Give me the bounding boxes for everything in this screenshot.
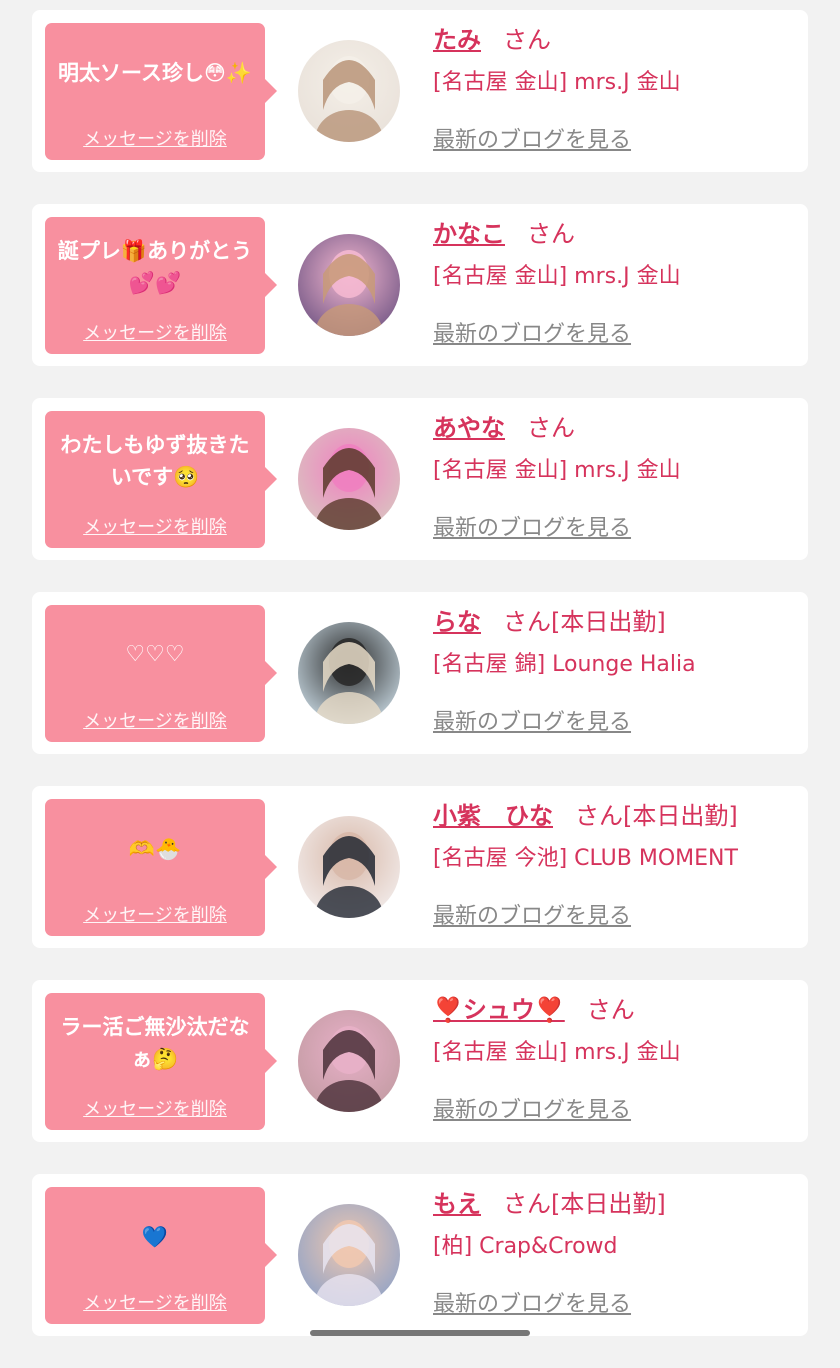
message-text: 明太ソース珍し😳✨ bbox=[58, 61, 252, 85]
cast-name-row: ❣️シュウ❣️ さん bbox=[433, 994, 798, 1026]
cast-name-row: あやな さん bbox=[433, 412, 798, 444]
cast-name-link[interactable]: あやな bbox=[433, 414, 505, 442]
avatar[interactable] bbox=[298, 622, 400, 724]
avatar-photo bbox=[298, 1010, 400, 1112]
cast-info: らな さん[本日出勤] [名古屋 錦] Lounge Halia 最新のブログを見… bbox=[433, 606, 798, 736]
delete-message-link[interactable]: メッセージを削除 bbox=[53, 125, 257, 151]
shop-name: [名古屋 金山] mrs.J 金山 bbox=[433, 264, 681, 289]
cast-info: たみ さん [名古屋 金山] mrs.J 金山 最新のブログを見る bbox=[433, 24, 798, 154]
avatar[interactable] bbox=[298, 428, 400, 530]
message-text: わたしもゆず抜きたいです🥺 bbox=[60, 433, 250, 489]
delete-message-link[interactable]: メッセージを削除 bbox=[53, 901, 257, 927]
message-list: 明太ソース珍し😳✨ メッセージを削除 たみ さん [名古屋 金山] mrs.J … bbox=[32, 10, 808, 1368]
avatar[interactable] bbox=[298, 816, 400, 918]
message-card: ラー活ご無沙汰だなぁ🤔 メッセージを削除 ❣️シュウ❣️ さん [名古屋 金山]… bbox=[32, 980, 808, 1142]
shop-name: [名古屋 金山] mrs.J 金山 bbox=[433, 1040, 681, 1065]
shop-name: [名古屋 金山] mrs.J 金山 bbox=[433, 70, 681, 95]
message-bubble: 明太ソース珍し😳✨ メッセージを削除 bbox=[45, 23, 277, 160]
cast-name-suffix: さん[本日出勤] bbox=[575, 802, 738, 830]
message-bubble: 🫶🐣 メッセージを削除 bbox=[45, 799, 277, 936]
shop-name: [名古屋 錦] Lounge Halia bbox=[433, 652, 696, 677]
message-card: 💙 メッセージを削除 もえ さん[本日出勤] [柏] Crap&Crowd 最新… bbox=[32, 1174, 808, 1336]
avatar-photo bbox=[298, 428, 400, 530]
cast-info: 小紫 ひな さん[本日出勤] [名古屋 今池] CLUB MOMENT 最新のブロ… bbox=[433, 800, 798, 930]
avatar-photo bbox=[298, 816, 400, 918]
shop-name: [柏] Crap&Crowd bbox=[433, 1234, 618, 1259]
cast-name-link[interactable]: らな bbox=[433, 608, 481, 636]
cast-name-row: もえ さん[本日出勤] bbox=[433, 1188, 798, 1220]
avatar-photo bbox=[298, 234, 400, 336]
avatar[interactable] bbox=[298, 1204, 400, 1306]
message-text: 💙 bbox=[141, 1225, 169, 1249]
message-text: ラー活ご無沙汰だなぁ🤔 bbox=[60, 1015, 250, 1071]
message-bubble: ♡♡♡ メッセージを削除 bbox=[45, 605, 277, 742]
cast-name-row: 小紫 ひな さん[本日出勤] bbox=[433, 800, 798, 832]
latest-blog-link[interactable]: 最新のブログを見る bbox=[433, 704, 631, 736]
cast-name-row: らな さん[本日出勤] bbox=[433, 606, 798, 638]
message-card: ♡♡♡ メッセージを削除 らな さん[本日出勤] [名古屋 錦] Lounge … bbox=[32, 592, 808, 754]
latest-blog-link[interactable]: 最新のブログを見る bbox=[433, 898, 631, 930]
message-text: 🫶🐣 bbox=[128, 837, 182, 861]
message-card: 誕プレ🎁ありがとう💕💕 メッセージを削除 かなこ さん [名古屋 金山] mrs… bbox=[32, 204, 808, 366]
cast-name-link[interactable]: もえ bbox=[433, 1190, 481, 1218]
home-indicator bbox=[310, 1330, 530, 1336]
cast-name-suffix: さん bbox=[503, 26, 551, 54]
avatar-photo bbox=[298, 40, 400, 142]
cast-info: もえ さん[本日出勤] [柏] Crap&Crowd 最新のブログを見る bbox=[433, 1188, 798, 1318]
cast-info: ❣️シュウ❣️ さん [名古屋 金山] mrs.J 金山 最新のブログを見る bbox=[433, 994, 798, 1124]
avatar[interactable] bbox=[298, 1010, 400, 1112]
shop-name: [名古屋 今池] CLUB MOMENT bbox=[433, 846, 738, 871]
cast-name-suffix: さん bbox=[527, 220, 575, 248]
message-text: 誕プレ🎁ありがとう💕💕 bbox=[57, 239, 253, 295]
latest-blog-link[interactable]: 最新のブログを見る bbox=[433, 122, 631, 154]
message-card: 🫶🐣 メッセージを削除 小紫 ひな さん[本日出勤] [名古屋 今池] CLUB… bbox=[32, 786, 808, 948]
delete-message-link[interactable]: メッセージを削除 bbox=[53, 1289, 257, 1315]
message-text: ♡♡♡ bbox=[125, 642, 185, 667]
cast-name-row: たみ さん bbox=[433, 24, 798, 56]
delete-message-link[interactable]: メッセージを削除 bbox=[53, 707, 257, 733]
cast-name-row: かなこ さん bbox=[433, 218, 798, 250]
avatar-photo bbox=[298, 1204, 400, 1306]
delete-message-link[interactable]: メッセージを削除 bbox=[53, 513, 257, 539]
message-card: わたしもゆず抜きたいです🥺 メッセージを削除 あやな さん [名古屋 金山] m… bbox=[32, 398, 808, 560]
avatar-photo bbox=[298, 622, 400, 724]
shop-name: [名古屋 金山] mrs.J 金山 bbox=[433, 458, 681, 483]
cast-name-link[interactable]: かなこ bbox=[433, 220, 505, 248]
message-bubble: 誕プレ🎁ありがとう💕💕 メッセージを削除 bbox=[45, 217, 277, 354]
latest-blog-link[interactable]: 最新のブログを見る bbox=[433, 1092, 631, 1124]
latest-blog-link[interactable]: 最新のブログを見る bbox=[433, 316, 631, 348]
avatar[interactable] bbox=[298, 40, 400, 142]
message-card: 明太ソース珍し😳✨ メッセージを削除 たみ さん [名古屋 金山] mrs.J … bbox=[32, 10, 808, 172]
cast-name-link[interactable]: 小紫 ひな bbox=[433, 802, 553, 830]
cast-info: あやな さん [名古屋 金山] mrs.J 金山 最新のブログを見る bbox=[433, 412, 798, 542]
message-bubble: わたしもゆず抜きたいです🥺 メッセージを削除 bbox=[45, 411, 277, 548]
delete-message-link[interactable]: メッセージを削除 bbox=[53, 319, 257, 345]
message-bubble: ラー活ご無沙汰だなぁ🤔 メッセージを削除 bbox=[45, 993, 277, 1130]
cast-name-suffix: さん bbox=[527, 414, 575, 442]
cast-name-suffix: さん bbox=[586, 996, 635, 1024]
delete-message-link[interactable]: メッセージを削除 bbox=[53, 1095, 257, 1121]
latest-blog-link[interactable]: 最新のブログを見る bbox=[433, 1286, 631, 1318]
cast-name-link[interactable]: たみ bbox=[433, 26, 481, 54]
avatar[interactable] bbox=[298, 234, 400, 336]
cast-info: かなこ さん [名古屋 金山] mrs.J 金山 最新のブログを見る bbox=[433, 218, 798, 348]
cast-name-suffix: さん[本日出勤] bbox=[503, 608, 666, 636]
message-bubble: 💙 メッセージを削除 bbox=[45, 1187, 277, 1324]
cast-name-link[interactable]: ❣️シュウ❣️ bbox=[433, 996, 565, 1024]
latest-blog-link[interactable]: 最新のブログを見る bbox=[433, 510, 631, 542]
cast-name-suffix: さん[本日出勤] bbox=[503, 1190, 666, 1218]
